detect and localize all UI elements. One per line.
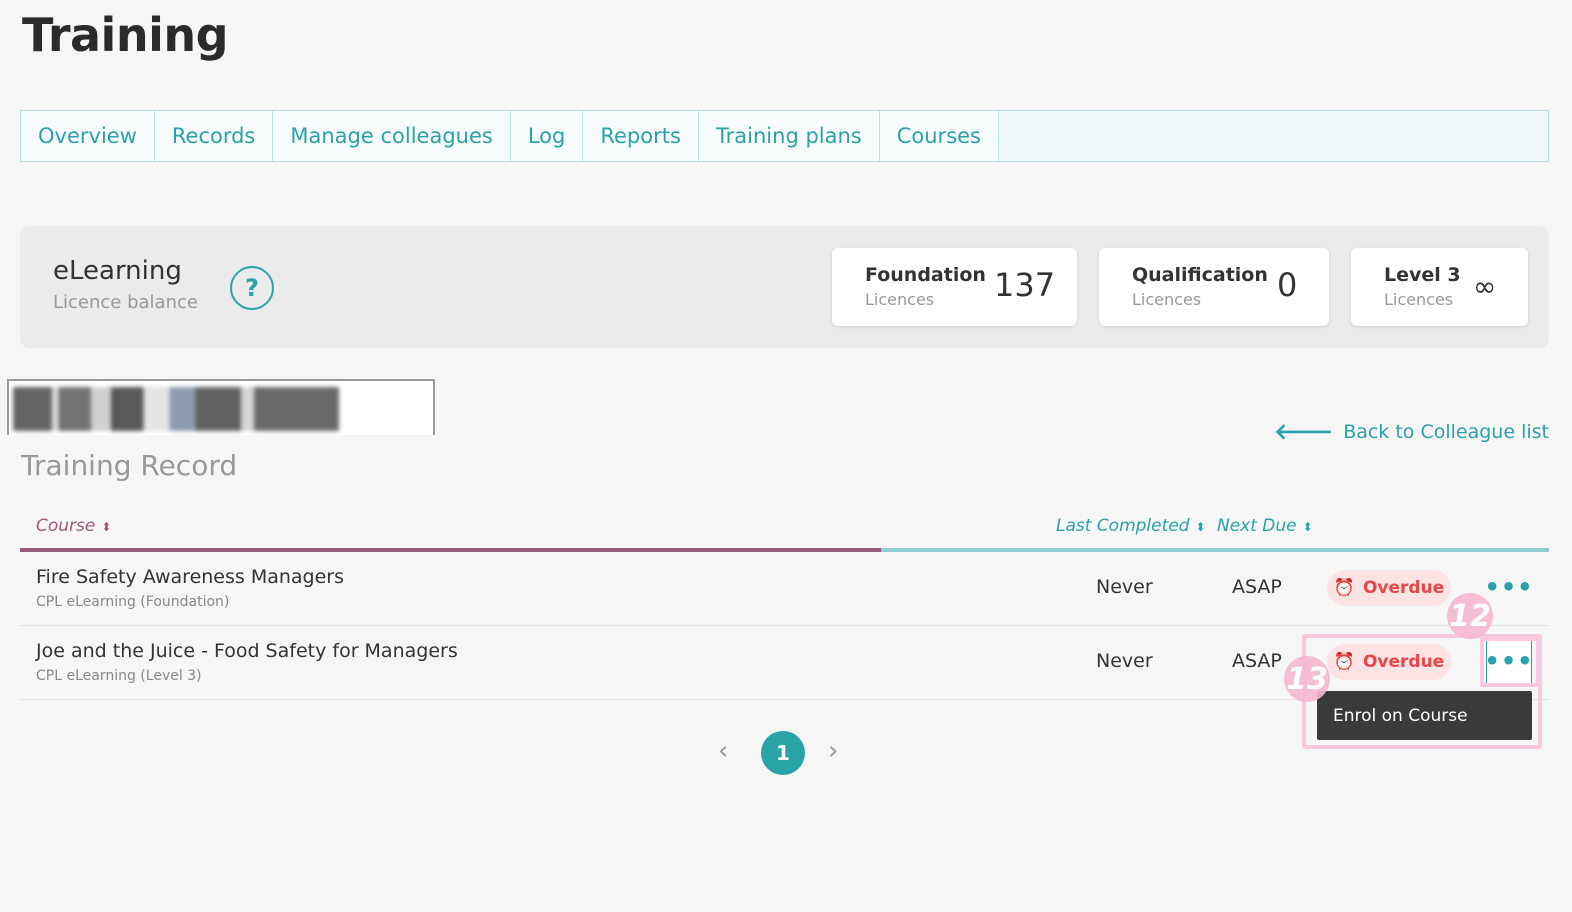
course-provider: CPL eLearning (Level 3) bbox=[36, 668, 202, 684]
status-label: Overdue bbox=[1362, 578, 1445, 598]
column-header-label: Next Due bbox=[1217, 516, 1297, 536]
arrow-left-icon: 🡐 bbox=[1274, 420, 1334, 445]
row-actions-button[interactable]: ••• bbox=[1484, 564, 1532, 610]
sort-icon: ⬍ bbox=[1302, 520, 1313, 534]
course-name: Joe and the Juice - Food Safety for Mana… bbox=[36, 640, 458, 662]
column-header-label: Last Completed bbox=[1056, 516, 1190, 536]
redacted-name-image bbox=[13, 387, 339, 431]
alarm-clock-icon: ⏰ bbox=[1333, 578, 1355, 598]
tab-log[interactable]: Log bbox=[510, 111, 584, 161]
licence-card-name: Qualification bbox=[1132, 264, 1268, 286]
licence-balance-panel: eLearning Licence balance ? Foundation L… bbox=[20, 226, 1549, 348]
tab-manage-colleagues[interactable]: Manage colleagues bbox=[273, 111, 511, 161]
back-to-colleague-list-link[interactable]: 🡐 Back to Colleague list bbox=[1274, 419, 1549, 445]
training-record-title: Training Record bbox=[21, 449, 238, 482]
licence-card-sub: Licences bbox=[1384, 290, 1454, 309]
licence-panel-subtitle: Licence balance bbox=[53, 292, 198, 313]
column-header-course[interactable]: Course ⬍ bbox=[36, 516, 111, 536]
licence-card-qualification: Qualification Licences 0 bbox=[1099, 248, 1329, 326]
licence-card-value: 0 bbox=[1277, 266, 1298, 304]
table-row: Fire Safety Awareness Managers CPL eLear… bbox=[20, 552, 1549, 626]
sort-icon: ⬍ bbox=[1195, 520, 1206, 534]
licence-card-name: Level 3 bbox=[1384, 264, 1461, 286]
tab-courses[interactable]: Courses bbox=[879, 111, 999, 161]
column-header-last-completed[interactable]: Last Completed ⬍ bbox=[1056, 516, 1206, 536]
page-title: Training bbox=[22, 8, 229, 62]
last-completed-value: Never bbox=[1096, 576, 1153, 598]
next-due-value: ASAP bbox=[1232, 650, 1282, 672]
licence-card-foundation: Foundation Licences 137 bbox=[832, 248, 1077, 326]
tab-reports[interactable]: Reports bbox=[583, 111, 699, 161]
annotation-badge-13: 13 bbox=[1284, 656, 1330, 702]
tab-overview[interactable]: Overview bbox=[21, 111, 155, 161]
tab-records[interactable]: Records bbox=[154, 111, 274, 161]
back-link-label: Back to Colleague list bbox=[1343, 421, 1549, 443]
sort-icon: ⬍ bbox=[101, 520, 112, 534]
colleague-name-redacted bbox=[7, 379, 435, 435]
licence-card-name: Foundation bbox=[865, 264, 986, 286]
column-header-label: Course bbox=[36, 516, 96, 536]
next-due-value: ASAP bbox=[1232, 576, 1282, 598]
tab-bar: Overview Records Manage colleagues Log R… bbox=[20, 110, 1549, 162]
licence-panel-title: eLearning bbox=[53, 256, 182, 286]
licence-card-sub: Licences bbox=[865, 290, 935, 309]
licence-card-value: ∞ bbox=[1473, 270, 1497, 303]
course-provider: CPL eLearning (Foundation) bbox=[36, 594, 230, 610]
pagination-prev-button[interactable]: ‹ bbox=[718, 736, 728, 766]
course-name: Fire Safety Awareness Managers bbox=[36, 566, 345, 588]
question-circle-icon[interactable]: ? bbox=[230, 266, 274, 310]
column-header-next-due[interactable]: Next Due ⬍ bbox=[1217, 516, 1313, 536]
annotation-highlight-button bbox=[1480, 637, 1540, 687]
licence-card-value: 137 bbox=[994, 266, 1056, 304]
pagination-next-button[interactable]: › bbox=[828, 736, 838, 766]
tab-training-plans[interactable]: Training plans bbox=[698, 111, 880, 161]
last-completed-value: Never bbox=[1096, 650, 1153, 672]
pagination-page-1[interactable]: 1 bbox=[761, 731, 805, 775]
licence-card-level3: Level 3 Licences ∞ bbox=[1351, 248, 1528, 326]
status-badge: ⏰ Overdue bbox=[1327, 570, 1451, 606]
annotation-badge-12: 12 bbox=[1447, 593, 1493, 639]
licence-card-sub: Licences bbox=[1132, 290, 1202, 309]
